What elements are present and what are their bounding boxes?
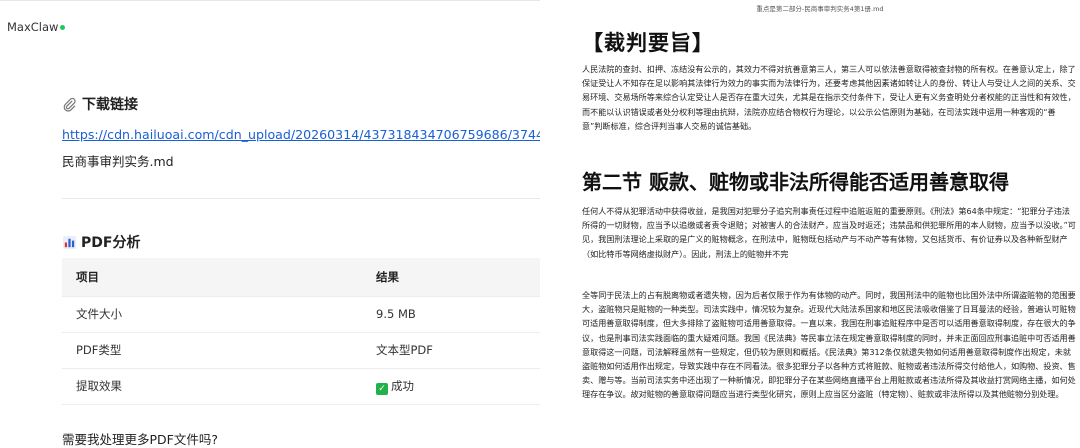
result-success-text: 成功 bbox=[391, 378, 414, 393]
document-preview: 重点是第二部分-民商事审判实务4第1册.md 【裁判要旨】 人民法院的查封、扣押… bbox=[560, 0, 1080, 448]
top-divider bbox=[0, 0, 540, 1]
column-header-item: 项目 bbox=[62, 258, 362, 297]
table-cell: 文本型PDF bbox=[362, 332, 540, 369]
download-heading-text: 下载链接 bbox=[82, 97, 138, 113]
pdf-analysis-heading-text: PDF分析 bbox=[81, 235, 141, 251]
table-row: 文件大小 9.5 MB bbox=[62, 296, 540, 333]
document-title: 重点是第二部分-民商事审判实务4第1册.md bbox=[756, 5, 884, 13]
table-cell: 9.5 MB bbox=[362, 296, 540, 333]
pdf-analysis-table: 项目 结果 文件大小 9.5 MB PDF类型 文本型PDF 提取效果 ✓ 成功 bbox=[62, 258, 540, 405]
online-status-dot bbox=[60, 25, 65, 30]
paragraph: 全等同于民法上的占有脱离物或者遗失物，因为后者仅限于作为有体物的动产。同时，我国… bbox=[582, 290, 1076, 400]
table-row: 提取效果 ✓ 成功 bbox=[62, 368, 540, 405]
section-divider bbox=[62, 198, 540, 199]
table-cell: ✓ 成功 bbox=[362, 368, 540, 405]
download-heading: 下载链接 bbox=[62, 94, 138, 114]
table-header-row: 项目 结果 bbox=[62, 258, 540, 297]
column-header-result: 结果 bbox=[362, 258, 540, 297]
table-cell: 提取效果 bbox=[62, 368, 362, 405]
paragraph: 任何人不得从犯罪活动中获得收益，是我国对犯罪分子追究刑事责任过程中追赃返赃的重要… bbox=[582, 206, 1076, 259]
bar-chart-icon bbox=[62, 235, 77, 250]
paperclip-icon bbox=[62, 97, 77, 112]
heading-ruling-summary: 【裁判要旨】 bbox=[582, 31, 714, 55]
paragraph: 人民法院的查封、扣押、冻结没有公示的，其效力不得对抗善意第三人，第三人可以依法善… bbox=[582, 64, 1076, 131]
download-filename: 民商事审判实务.md bbox=[62, 154, 174, 169]
download-link[interactable]: https://cdn.hailuoai.com/cdn_upload/2026… bbox=[62, 127, 540, 142]
pdf-analysis-heading: PDF分析 bbox=[62, 232, 140, 252]
table-cell: 文件大小 bbox=[62, 296, 362, 333]
heading-section-2: 第二节 贩款、赃物或非法所得能否适用善意取得 bbox=[582, 170, 1009, 194]
app-name: MaxClaw bbox=[7, 20, 59, 34]
table-cell: PDF类型 bbox=[62, 332, 362, 369]
check-mark-icon: ✓ bbox=[376, 382, 388, 395]
followup-question: 需要我处理更多PDF文件吗? bbox=[62, 432, 218, 447]
chat-panel: MaxClaw 下载链接 https://cdn.hailuoai.com/cd… bbox=[0, 0, 540, 448]
table-row: PDF类型 文本型PDF bbox=[62, 332, 540, 369]
